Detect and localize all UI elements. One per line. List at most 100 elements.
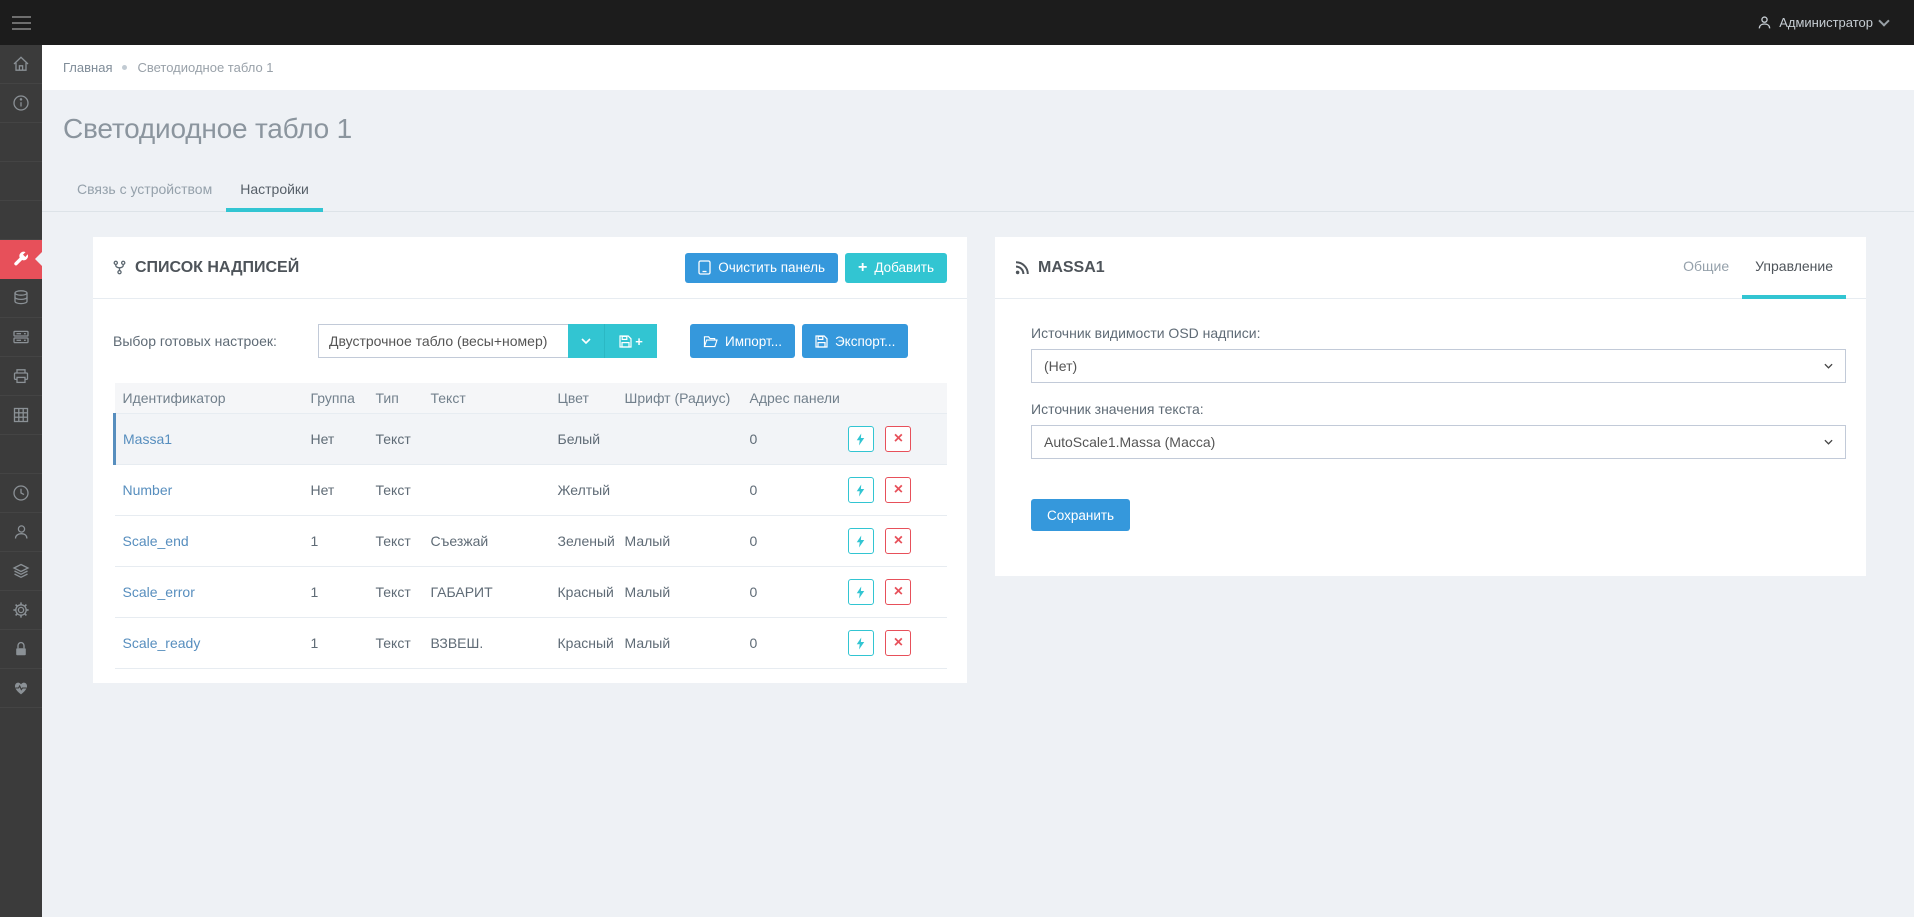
col-font: Шрифт (Радиус) bbox=[617, 383, 742, 414]
delete-button[interactable]: × bbox=[885, 579, 911, 605]
delete-button[interactable]: × bbox=[885, 477, 911, 503]
person-icon bbox=[12, 523, 30, 541]
cell-font: Малый bbox=[617, 567, 742, 618]
import-button[interactable]: Импорт... bbox=[690, 324, 795, 358]
cell-type: Текст bbox=[368, 567, 423, 618]
printer-icon bbox=[12, 367, 30, 385]
cell-text: ВЗВЕШ. bbox=[423, 618, 550, 669]
cell-type: Текст bbox=[368, 414, 423, 465]
table-row: Scale_end 1 Текст Съезжай Зеленый Малый … bbox=[115, 516, 948, 567]
page-tabs: Связь с устройством Настройки bbox=[42, 172, 1914, 212]
trigger-button[interactable] bbox=[848, 426, 874, 452]
clear-panel-button[interactable]: Очистить панель bbox=[685, 253, 838, 283]
user-menu[interactable]: Администратор bbox=[1757, 15, 1914, 30]
sidebar-item-printer[interactable] bbox=[0, 357, 42, 396]
preset-label: Выбор готовых настроек: bbox=[113, 333, 318, 349]
label-link[interactable]: Scale_end bbox=[123, 533, 189, 549]
osd-visibility-label: Источник видимости OSD надписи: bbox=[1031, 325, 1846, 341]
tab-device-connection[interactable]: Связь с устройством bbox=[63, 172, 226, 212]
sidebar-item-devices-tools[interactable] bbox=[0, 240, 42, 279]
sidebar-item-schedule[interactable] bbox=[0, 474, 42, 513]
text-source-label: Источник значения текста: bbox=[1031, 401, 1846, 417]
tab-control[interactable]: Управление bbox=[1742, 237, 1846, 299]
delete-button[interactable]: × bbox=[885, 630, 911, 656]
trigger-button[interactable] bbox=[848, 630, 874, 656]
sidebar-item-settings[interactable] bbox=[0, 591, 42, 630]
database-icon bbox=[12, 289, 30, 307]
trigger-button[interactable] bbox=[848, 528, 874, 554]
label-link[interactable]: Massa1 bbox=[123, 431, 172, 447]
cell-address: 0 bbox=[742, 618, 840, 669]
labels-panel: СПИСОК НАДПИСЕЙ Очистить панель + Добави bbox=[93, 237, 967, 683]
sidebar-item-servers[interactable] bbox=[0, 318, 42, 357]
user-name: Администратор bbox=[1779, 15, 1873, 30]
cell-color: Красный bbox=[550, 567, 617, 618]
sidebar-item-users[interactable] bbox=[0, 513, 42, 552]
menu-toggle-button[interactable] bbox=[0, 0, 42, 45]
trigger-button[interactable] bbox=[848, 579, 874, 605]
save-preset-button[interactable]: + bbox=[605, 324, 657, 358]
export-button[interactable]: Экспорт... bbox=[802, 324, 908, 358]
wrench-icon bbox=[12, 250, 30, 268]
delete-button[interactable]: × bbox=[885, 528, 911, 554]
cell-font bbox=[617, 465, 742, 516]
col-color: Цвет bbox=[550, 383, 617, 414]
cell-type: Текст bbox=[368, 618, 423, 669]
sidebar-item-layers[interactable] bbox=[0, 552, 42, 591]
label-link[interactable]: Scale_error bbox=[123, 584, 195, 600]
lock-icon bbox=[12, 640, 30, 658]
sidebar-item-home[interactable] bbox=[0, 45, 42, 84]
table-row: Scale_error 1 Текст ГАБАРИТ Красный Малы… bbox=[115, 567, 948, 618]
detail-panel-header: MASSA1 Общие Управление bbox=[995, 237, 1866, 299]
home-icon bbox=[12, 55, 30, 73]
sidebar-item-security[interactable] bbox=[0, 630, 42, 669]
rss-icon bbox=[1015, 261, 1029, 275]
detail-tabs: Общие Управление bbox=[1670, 237, 1846, 298]
text-source-select[interactable]: AutoScale1.Massa (Масса) bbox=[1031, 425, 1846, 459]
label-link[interactable]: Scale_ready bbox=[123, 635, 201, 651]
x-icon: × bbox=[894, 431, 903, 447]
sidebar-item-health[interactable] bbox=[0, 669, 42, 708]
preset-dropdown-button[interactable] bbox=[568, 324, 605, 358]
sidebar-item-database[interactable] bbox=[0, 279, 42, 318]
cell-text: Съезжай bbox=[423, 516, 550, 567]
trigger-button[interactable] bbox=[848, 477, 874, 503]
floppy-icon bbox=[815, 335, 828, 348]
sidebar-item-table[interactable] bbox=[0, 396, 42, 435]
add-label-button[interactable]: + Добавить bbox=[845, 253, 947, 283]
cell-text bbox=[423, 414, 550, 465]
table-row: Massa1 Нет Текст Белый 0 × bbox=[115, 414, 948, 465]
topbar: Администратор bbox=[0, 0, 1914, 45]
cell-text bbox=[423, 465, 550, 516]
table-grid-icon bbox=[12, 406, 30, 424]
label-link[interactable]: Number bbox=[123, 482, 173, 498]
breadcrumb-separator-dot bbox=[122, 65, 127, 70]
preset-row: Выбор готовых настроек: + bbox=[93, 299, 967, 358]
clock-icon bbox=[12, 484, 30, 502]
table-row: Number Нет Текст Желтый 0 × bbox=[115, 465, 948, 516]
tab-settings[interactable]: Настройки bbox=[226, 172, 323, 212]
sidebar-item-info[interactable] bbox=[0, 84, 42, 123]
breadcrumb-current: Светодиодное табло 1 bbox=[137, 60, 273, 75]
cell-color: Белый bbox=[550, 414, 617, 465]
sidebar bbox=[0, 45, 42, 917]
table-header-row: Идентификатор Группа Тип Текст Цвет Шриф… bbox=[115, 383, 948, 414]
col-address: Адрес панели bbox=[742, 383, 840, 414]
cell-address: 0 bbox=[742, 465, 840, 516]
save-button[interactable]: Сохранить bbox=[1031, 499, 1130, 531]
breadcrumb: Главная Светодиодное табло 1 bbox=[42, 45, 1914, 90]
breadcrumb-home-link[interactable]: Главная bbox=[63, 60, 112, 75]
chevron-down-icon bbox=[1824, 363, 1833, 369]
osd-visibility-select[interactable]: (Нет) bbox=[1031, 349, 1846, 383]
delete-button[interactable]: × bbox=[885, 426, 911, 452]
info-icon bbox=[12, 94, 30, 112]
cell-group: Нет bbox=[303, 414, 368, 465]
preset-input[interactable] bbox=[318, 324, 568, 358]
user-icon bbox=[1757, 15, 1772, 30]
heartbeat-icon bbox=[12, 679, 30, 697]
cell-group: 1 bbox=[303, 618, 368, 669]
detail-form: Источник видимости OSD надписи: (Нет) Ис… bbox=[995, 299, 1866, 576]
code-fork-icon bbox=[113, 260, 126, 275]
x-icon: × bbox=[894, 482, 903, 498]
tab-general[interactable]: Общие bbox=[1670, 237, 1742, 299]
